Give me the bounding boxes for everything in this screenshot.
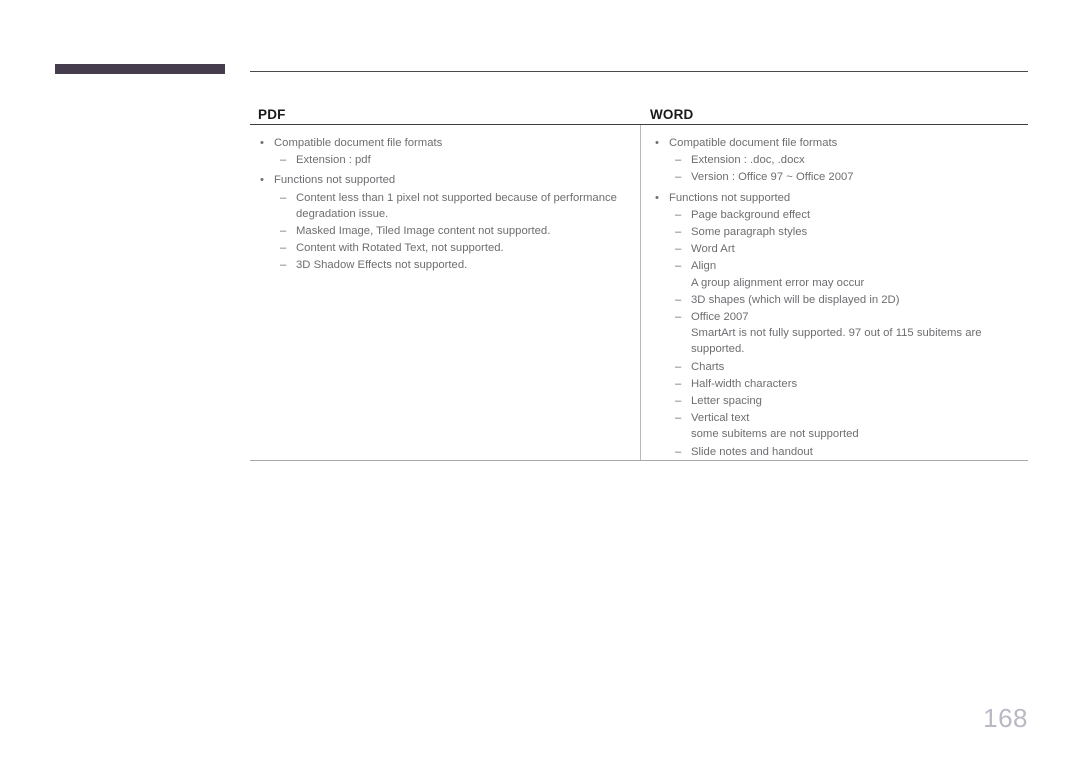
list-item: – Align — [653, 258, 1024, 274]
dash-icon: – — [675, 311, 682, 324]
page-content: PDF WORD • Compatible document file forma… — [250, 71, 1028, 461]
columns-body: • Compatible document file formats – Extens… — [250, 125, 1028, 460]
list-item: A group alignment error may occur — [653, 275, 1024, 291]
list-item-text: Content with Rotated Text, not supported… — [296, 242, 504, 255]
column-headers-row: PDF WORD — [250, 72, 1028, 124]
list-item-text: 3D shapes (which will be displayed in 2D… — [691, 293, 900, 306]
list-item: – Masked Image, Tiled Image content not s… — [258, 223, 626, 239]
list-item: – Content less than 1 pixel not supported… — [258, 190, 626, 222]
list-item-text: Version : Office 97 ~ Office 2007 — [691, 171, 854, 184]
list-item-text: Align — [691, 260, 717, 273]
dash-icon: – — [280, 191, 287, 204]
list-item: – Charts — [653, 359, 1024, 375]
dash-icon: – — [675, 412, 682, 425]
list-item-text: A group alignment error may occur — [691, 276, 865, 289]
list-item-text: Charts — [691, 360, 725, 373]
dash-icon: – — [675, 377, 682, 390]
list-item: – Letter spacing — [653, 393, 1024, 409]
bullet-icon: • — [655, 137, 659, 149]
list-item-text: Letter spacing — [691, 395, 762, 408]
list-item: – Version : Office 97 ~ Office 2007 — [653, 169, 1024, 185]
dash-icon: – — [675, 360, 682, 373]
list-item: SmartArt is not fully supported. 97 out … — [653, 325, 1024, 357]
dash-icon: – — [280, 225, 287, 238]
column-word: • Compatible document file formats – Extens… — [640, 125, 1028, 460]
dash-icon: – — [675, 243, 682, 256]
list-item-text: Half-width characters — [691, 377, 798, 390]
list-item: – Some paragraph styles — [653, 224, 1024, 240]
list-item: – Slide notes and handout — [653, 444, 1024, 460]
dash-icon: – — [280, 242, 287, 255]
list-item-text: Masked Image, Tiled Image content not su… — [296, 225, 551, 238]
list-item: some subitems are not supported — [653, 426, 1024, 442]
list-item-text: Word Art — [691, 243, 735, 256]
list-item: – Vertical text — [653, 410, 1024, 426]
list-item: – Office 2007 — [653, 309, 1024, 325]
dash-icon: – — [280, 259, 287, 272]
list-item-text: Office 2007 — [691, 311, 749, 324]
dash-icon: – — [675, 445, 682, 458]
list-item-text: Functions not supported — [274, 174, 396, 187]
list-item-text: Extension : .doc, .docx — [691, 154, 805, 167]
list-item: – Page background effect — [653, 207, 1024, 223]
bullet-icon: • — [260, 137, 264, 149]
column-header-pdf: PDF — [258, 107, 286, 122]
dash-icon: – — [675, 260, 682, 273]
list-item: – Half-width characters — [653, 376, 1024, 392]
dash-icon: – — [280, 154, 287, 167]
bullet-icon: • — [260, 174, 264, 187]
list-item: – Extension : .doc, .docx — [653, 152, 1024, 168]
list-item: – Extension : pdf — [258, 152, 626, 168]
list-item-text: 3D Shadow Effects not supported. — [296, 259, 468, 272]
bullet-icon: • — [655, 191, 659, 204]
list-item-text: some subitems are not supported — [691, 428, 859, 441]
dash-icon: – — [675, 208, 682, 221]
dash-icon: – — [675, 171, 682, 184]
list-item: • Compatible document file formats — [653, 135, 1024, 151]
list-item-text: Page background effect — [691, 208, 811, 221]
list-item-text: Slide notes and handout — [691, 445, 813, 458]
list-item: –3D shapes (which will be displayed in 2… — [653, 292, 1024, 308]
dash-icon: – — [675, 226, 682, 239]
list-item: • Functions not supported — [258, 172, 626, 188]
list-item-text: Extension : pdf — [296, 154, 371, 167]
list-item-text: Functions not supported — [669, 191, 791, 204]
column-header-word: WORD — [649, 107, 694, 122]
dash-icon: – — [675, 154, 682, 167]
list-item: –3D Shadow Effects not supported. — [258, 257, 626, 273]
list-item-text: Vertical text — [691, 412, 750, 425]
list-item: • Functions not supported — [653, 190, 1024, 206]
dash-icon: – — [675, 395, 682, 408]
list-item-text: Some paragraph styles — [691, 226, 808, 239]
list-item-text: SmartArt is not fully supported. 97 out … — [691, 327, 982, 356]
list-item: – Content with Rotated Text, not supporte… — [258, 240, 626, 256]
column-pdf: • Compatible document file formats – Extens… — [250, 125, 640, 460]
list-item-text: Compatible document file formats — [274, 137, 443, 149]
list-item: • Compatible document file formats — [258, 135, 626, 151]
bottom-divider-rule — [250, 459, 1028, 461]
list-item-text: Content less than 1 pixel not supported … — [296, 191, 617, 220]
list-item-text: Compatible document file formats — [669, 137, 838, 149]
list-item: – Word Art — [653, 241, 1024, 257]
page-number: 168 — [983, 703, 1028, 733]
dash-icon: – — [675, 293, 682, 306]
decorative-accent-bar — [55, 64, 225, 74]
